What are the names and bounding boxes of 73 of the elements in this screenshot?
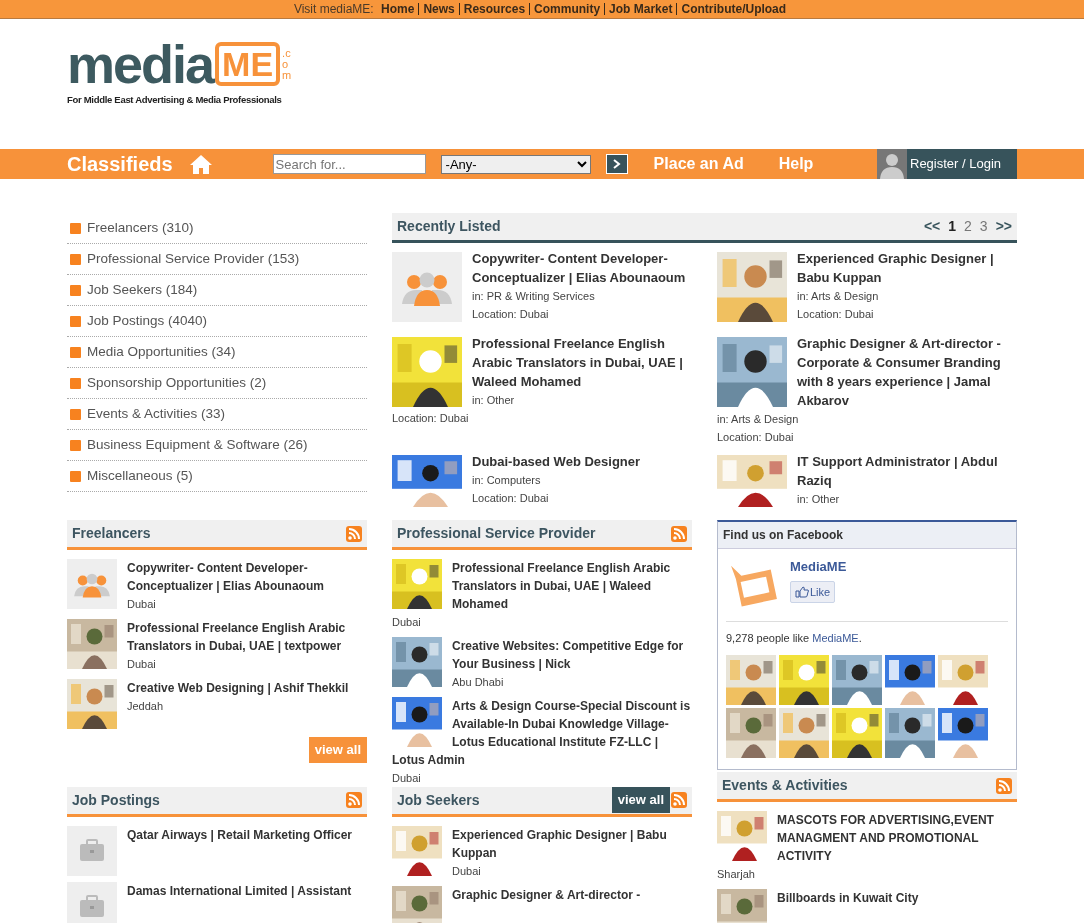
listing-title[interactable]: Arts & Design Course-Special Discount is Available-In Dubai Knowledge Village-Lotus Educational Institute FZ-LLC | Lotus Admin [392, 697, 692, 769]
section-title: Events & Activities [722, 776, 848, 795]
listing-category: in: Other [796, 492, 841, 507]
listing-title[interactable]: MASCOTS FOR ADVERTISING,EVENT MANAGMENT AND PROMOTIONAL ACTIVITY [717, 811, 1017, 865]
listing-title[interactable]: Billboards in Kuwait City [717, 889, 1017, 907]
section-title: Recently Listed [397, 217, 501, 236]
listing-title[interactable]: Experienced Graphic Designer | Babu Kuppan [717, 249, 1017, 287]
listing-title[interactable]: Graphic Designer & Art-director - [392, 885, 692, 904]
top-nav-link[interactable]: News [418, 3, 459, 15]
category-link[interactable]: Freelancers (310) [67, 213, 367, 244]
listing-title[interactable]: Graphic Designer & Art-director - Corporate & Consumer Branding with 8 years experience | Jamal Akbarov [717, 334, 1017, 410]
category-link[interactable]: Events & Activities (33) [67, 399, 367, 430]
listing-title[interactable]: IT Support Administrator | Abdul Raziq [717, 452, 1017, 490]
listing-location: Sharjah [717, 867, 756, 882]
category-link[interactable]: Professional Service Provider (153) [67, 244, 367, 275]
listing-category: in: Other [471, 393, 516, 408]
listing-location: Location: Dubai [717, 430, 795, 445]
listing-location: Dubai [392, 771, 422, 786]
top-nav-link[interactable]: Community [529, 3, 605, 15]
category-link[interactable]: Job Postings (4040) [67, 306, 367, 337]
section-title: Freelancers [72, 524, 151, 543]
page-link[interactable]: 3 [979, 216, 988, 237]
listing-title[interactable]: Experienced Graphic Designer | Babu Kuppan [392, 825, 692, 862]
login-link[interactable]: Register / Login [877, 149, 1017, 179]
section-title: Job Seekers [397, 790, 480, 810]
top-nav-link[interactable]: Resources [458, 3, 530, 15]
category-link[interactable]: Business Equipment & Software (26) [67, 430, 367, 461]
listing-title[interactable]: Copywriter- Content Developer-Conceptualizer | Elias Abounaoum [392, 249, 692, 287]
page-name-link[interactable]: MediaME [790, 557, 847, 577]
listing-category: in: Computers [471, 473, 542, 488]
top-nav-link[interactable]: Contribute/Upload [676, 3, 791, 15]
listing-title[interactable]: Professional Freelance English Arabic Translators in Dubai, UAE | Waleed Mohamed [392, 334, 692, 391]
listing-title[interactable]: Dubai-based Web Designer [392, 452, 692, 471]
top-nav-link[interactable]: Job Market [604, 3, 677, 15]
listing-category: in: Arts & Design [796, 289, 880, 304]
listing-location: Location: Dubai [392, 411, 470, 426]
section-title: Professional Service Provider [397, 524, 596, 543]
listing-title[interactable]: Copywriter- Content Developer-Conceptualizer | Elias Abounaoum [67, 559, 367, 595]
listing-location: Location: Dubai [471, 307, 550, 322]
listing-title[interactable]: Professional Freelance English Arabic Translators in Dubai, UAE | textpower [67, 619, 367, 655]
search-field[interactable]: Search for... [272, 154, 426, 174]
listing-title[interactable]: Creative Websites: Competitive Edge for Your Business | Nick [392, 637, 692, 673]
page-link[interactable]: 2 [964, 216, 972, 237]
page-link[interactable]: 1 [948, 216, 957, 237]
page-link[interactable]: MediaME [812, 632, 859, 644]
widget-title: Find us on Facebook [718, 522, 1016, 549]
view-all-button[interactable]: view all [611, 787, 670, 813]
listing-title[interactable]: Damas International Limited | Assistant [67, 881, 367, 900]
category-link[interactable]: Miscellaneous (5) [67, 461, 367, 492]
pager-first[interactable]: << [923, 216, 941, 237]
listing-location: Dubai [126, 597, 157, 612]
top-bar-label: Visit mediaME: [293, 2, 374, 16]
likes-count: 9,278 people like MediaME. [726, 631, 863, 646]
top-nav-link[interactable]: Home [377, 3, 419, 15]
listing-title[interactable]: Creative Web Designing | Ashif Thekkil [67, 679, 367, 697]
category-link[interactable]: Job Seekers (184) [67, 275, 367, 306]
pager-last[interactable]: >> [995, 216, 1012, 237]
listing-title[interactable]: Qatar Airways | Retail Marketing Officer [67, 825, 367, 844]
listing-location: Abu Dhabi [451, 675, 505, 690]
listing-location: Location: Dubai [471, 491, 550, 506]
category-link[interactable]: Sponsorship Opportunities (2) [67, 368, 367, 399]
category-link[interactable]: Media Opportunities (34) [67, 337, 367, 368]
listing-location: Dubai [392, 615, 422, 630]
listing-location: Dubai [126, 657, 157, 672]
section-title: Job Postings [72, 790, 160, 810]
listing-location: Dubai [451, 863, 482, 879]
like-button[interactable]: Like [790, 580, 836, 603]
listing-location: Jeddah [126, 699, 165, 714]
listing-title[interactable]: Professional Freelance English Arabic Translators in Dubai, UAE | Waleed Mohamed [392, 559, 692, 613]
listing-category: in: PR & Writing Services [471, 289, 596, 304]
listing-category: in: Arts & Design [717, 412, 800, 427]
category-select[interactable]: -Any- [440, 154, 591, 174]
listing-location: Location: Dubai [796, 307, 875, 322]
